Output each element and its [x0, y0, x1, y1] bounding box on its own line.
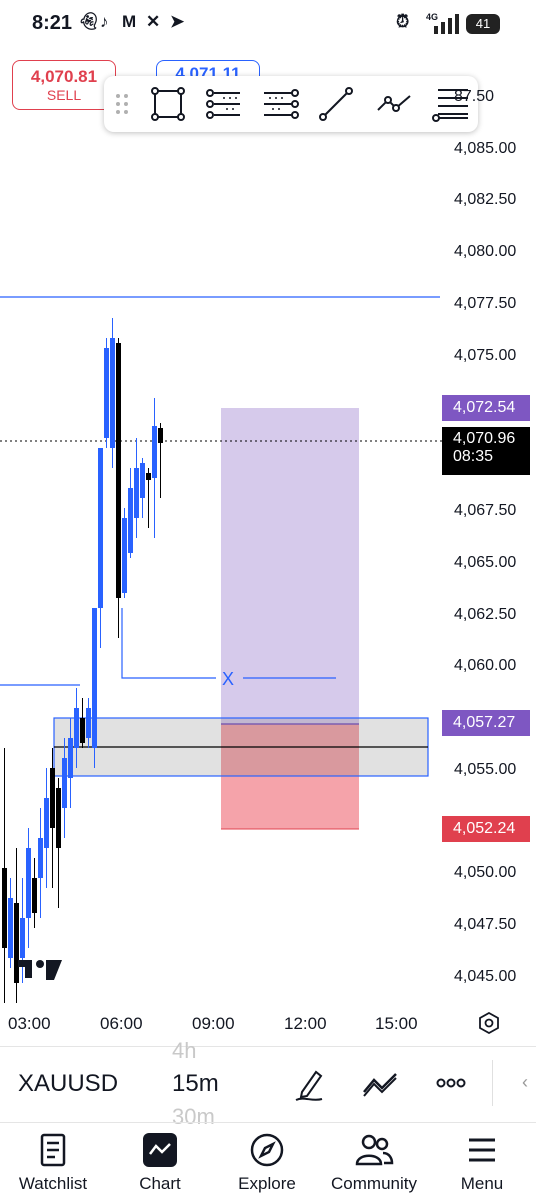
rectangle-icon[interactable]	[148, 84, 188, 124]
candle-body	[68, 738, 73, 778]
candle-body	[38, 838, 43, 878]
time-tick: 06:00	[100, 1014, 143, 1033]
candle-body	[2, 868, 7, 948]
stop-price-label: 4,052.24	[442, 816, 530, 842]
candle-body	[134, 468, 139, 518]
profit-zone	[221, 408, 359, 724]
collapse-arrow-icon[interactable]: ‹	[522, 1072, 528, 1093]
nav-label: Menu	[460, 1174, 504, 1193]
candle-body	[140, 463, 145, 498]
bar-countdown: 08:35	[453, 448, 494, 465]
candle-body	[122, 518, 127, 593]
time-tick: 12:00	[284, 1014, 327, 1033]
nav-label: Chart	[139, 1174, 181, 1193]
time-tick: 09:00	[192, 1014, 235, 1033]
x-marker: X	[222, 669, 234, 689]
target-price-label: 4,072.54	[442, 395, 530, 421]
candle-body	[50, 768, 55, 828]
settings-icon[interactable]	[478, 1012, 500, 1034]
nav-item-explore[interactable]: Explore	[217, 1122, 317, 1200]
status-bar: 8:21 👻︎ ♪ M ✕ ➤ ⏰︎ 4G 41	[0, 0, 536, 48]
price-tick: 4,067.50	[454, 502, 517, 519]
candle-body	[98, 448, 103, 608]
price-tick: 4,062.50	[454, 606, 517, 623]
candle-body	[56, 788, 61, 848]
candle-body	[86, 708, 91, 738]
clock: 8:21	[32, 12, 73, 34]
candle-body	[44, 798, 49, 848]
nav-label: Explore	[238, 1174, 296, 1193]
nav-label: Community	[331, 1174, 417, 1193]
path-icon[interactable]	[374, 84, 414, 124]
nav-item-menu[interactable]: Menu	[432, 1122, 532, 1200]
symbol-button[interactable]: XAUUSD	[18, 1070, 118, 1098]
menu-icon	[469, 1138, 495, 1162]
trend-line-icon[interactable]	[316, 84, 356, 124]
price-tick: 4,060.00	[454, 657, 517, 674]
price-tick: 4,077.50	[454, 295, 517, 312]
price-tick: 4,075.00	[454, 347, 517, 364]
signal-icon	[434, 14, 459, 34]
nav-item-watchlist[interactable]: Watchlist	[3, 1122, 103, 1200]
candle-body	[26, 848, 31, 918]
tiktok-icon: ♪	[100, 12, 109, 31]
price-tick: 4,050.00	[454, 864, 517, 881]
alarm-icon: ⏰︎	[396, 12, 410, 31]
compass-icon	[250, 1133, 284, 1167]
price-tick: 87.50	[454, 88, 495, 105]
community-icon	[355, 1134, 394, 1166]
drag-handle-icon[interactable]	[110, 84, 134, 124]
candle-body	[92, 608, 97, 748]
price-tick: 4,085.00	[454, 140, 517, 157]
timeframe-option[interactable]: 4h	[172, 1038, 196, 1064]
short-position-icon[interactable]	[260, 84, 300, 124]
indicators-icon[interactable]	[362, 1070, 398, 1098]
price-tick: 4,080.00	[454, 243, 517, 260]
candle-body	[128, 488, 133, 553]
snapchat-icon: 👻︎	[78, 12, 100, 31]
drawing-toolbar	[104, 76, 478, 132]
price-tick: 4,055.00	[454, 761, 517, 778]
gmail-icon: M	[122, 12, 137, 31]
candlestick-series	[2, 318, 163, 1003]
candle-body	[146, 473, 151, 480]
chart-icon	[143, 1133, 177, 1167]
current-price-label: 4,070.96 08:35	[442, 427, 530, 475]
nav-item-chart[interactable]: Chart	[110, 1122, 210, 1200]
nav-label: Watchlist	[18, 1174, 88, 1193]
candle-body	[20, 918, 25, 958]
candle-body	[158, 428, 163, 443]
price-tick: 4,047.50	[454, 916, 517, 933]
candle-body	[110, 338, 115, 448]
more-icon[interactable]	[436, 1076, 466, 1090]
tradingview-logo	[18, 960, 62, 980]
candle-body	[32, 878, 37, 913]
long-position-icon[interactable]	[204, 84, 244, 124]
x-icon: ✕	[146, 12, 161, 31]
candle-body	[74, 708, 79, 748]
battery-icon: 41	[466, 14, 500, 34]
chart-canvas[interactable]: X	[0, 48, 442, 1003]
current-price: 4,070.96	[453, 430, 516, 447]
entry-price-label: 4,057.27	[442, 710, 530, 736]
time-tick: 03:00	[8, 1014, 51, 1033]
candle-body	[8, 898, 13, 958]
telegram-icon: ➤	[170, 12, 185, 31]
candle-body	[116, 343, 121, 598]
divider	[492, 1060, 493, 1106]
price-tick: 4,045.00	[454, 968, 517, 985]
watchlist-icon	[40, 1133, 66, 1167]
candle-body	[104, 348, 109, 438]
candle-body	[62, 758, 67, 808]
candle-body	[152, 426, 157, 478]
candle-body	[14, 903, 19, 983]
price-tick: 4,082.50	[454, 191, 517, 208]
candle-body	[80, 718, 85, 743]
nav-item-community[interactable]: Community	[324, 1122, 424, 1200]
time-tick: 15:00	[375, 1014, 418, 1033]
pen-icon[interactable]	[294, 1066, 326, 1102]
price-tick: 4,065.00	[454, 554, 517, 571]
timeframe-selector[interactable]: 15m	[172, 1070, 219, 1098]
